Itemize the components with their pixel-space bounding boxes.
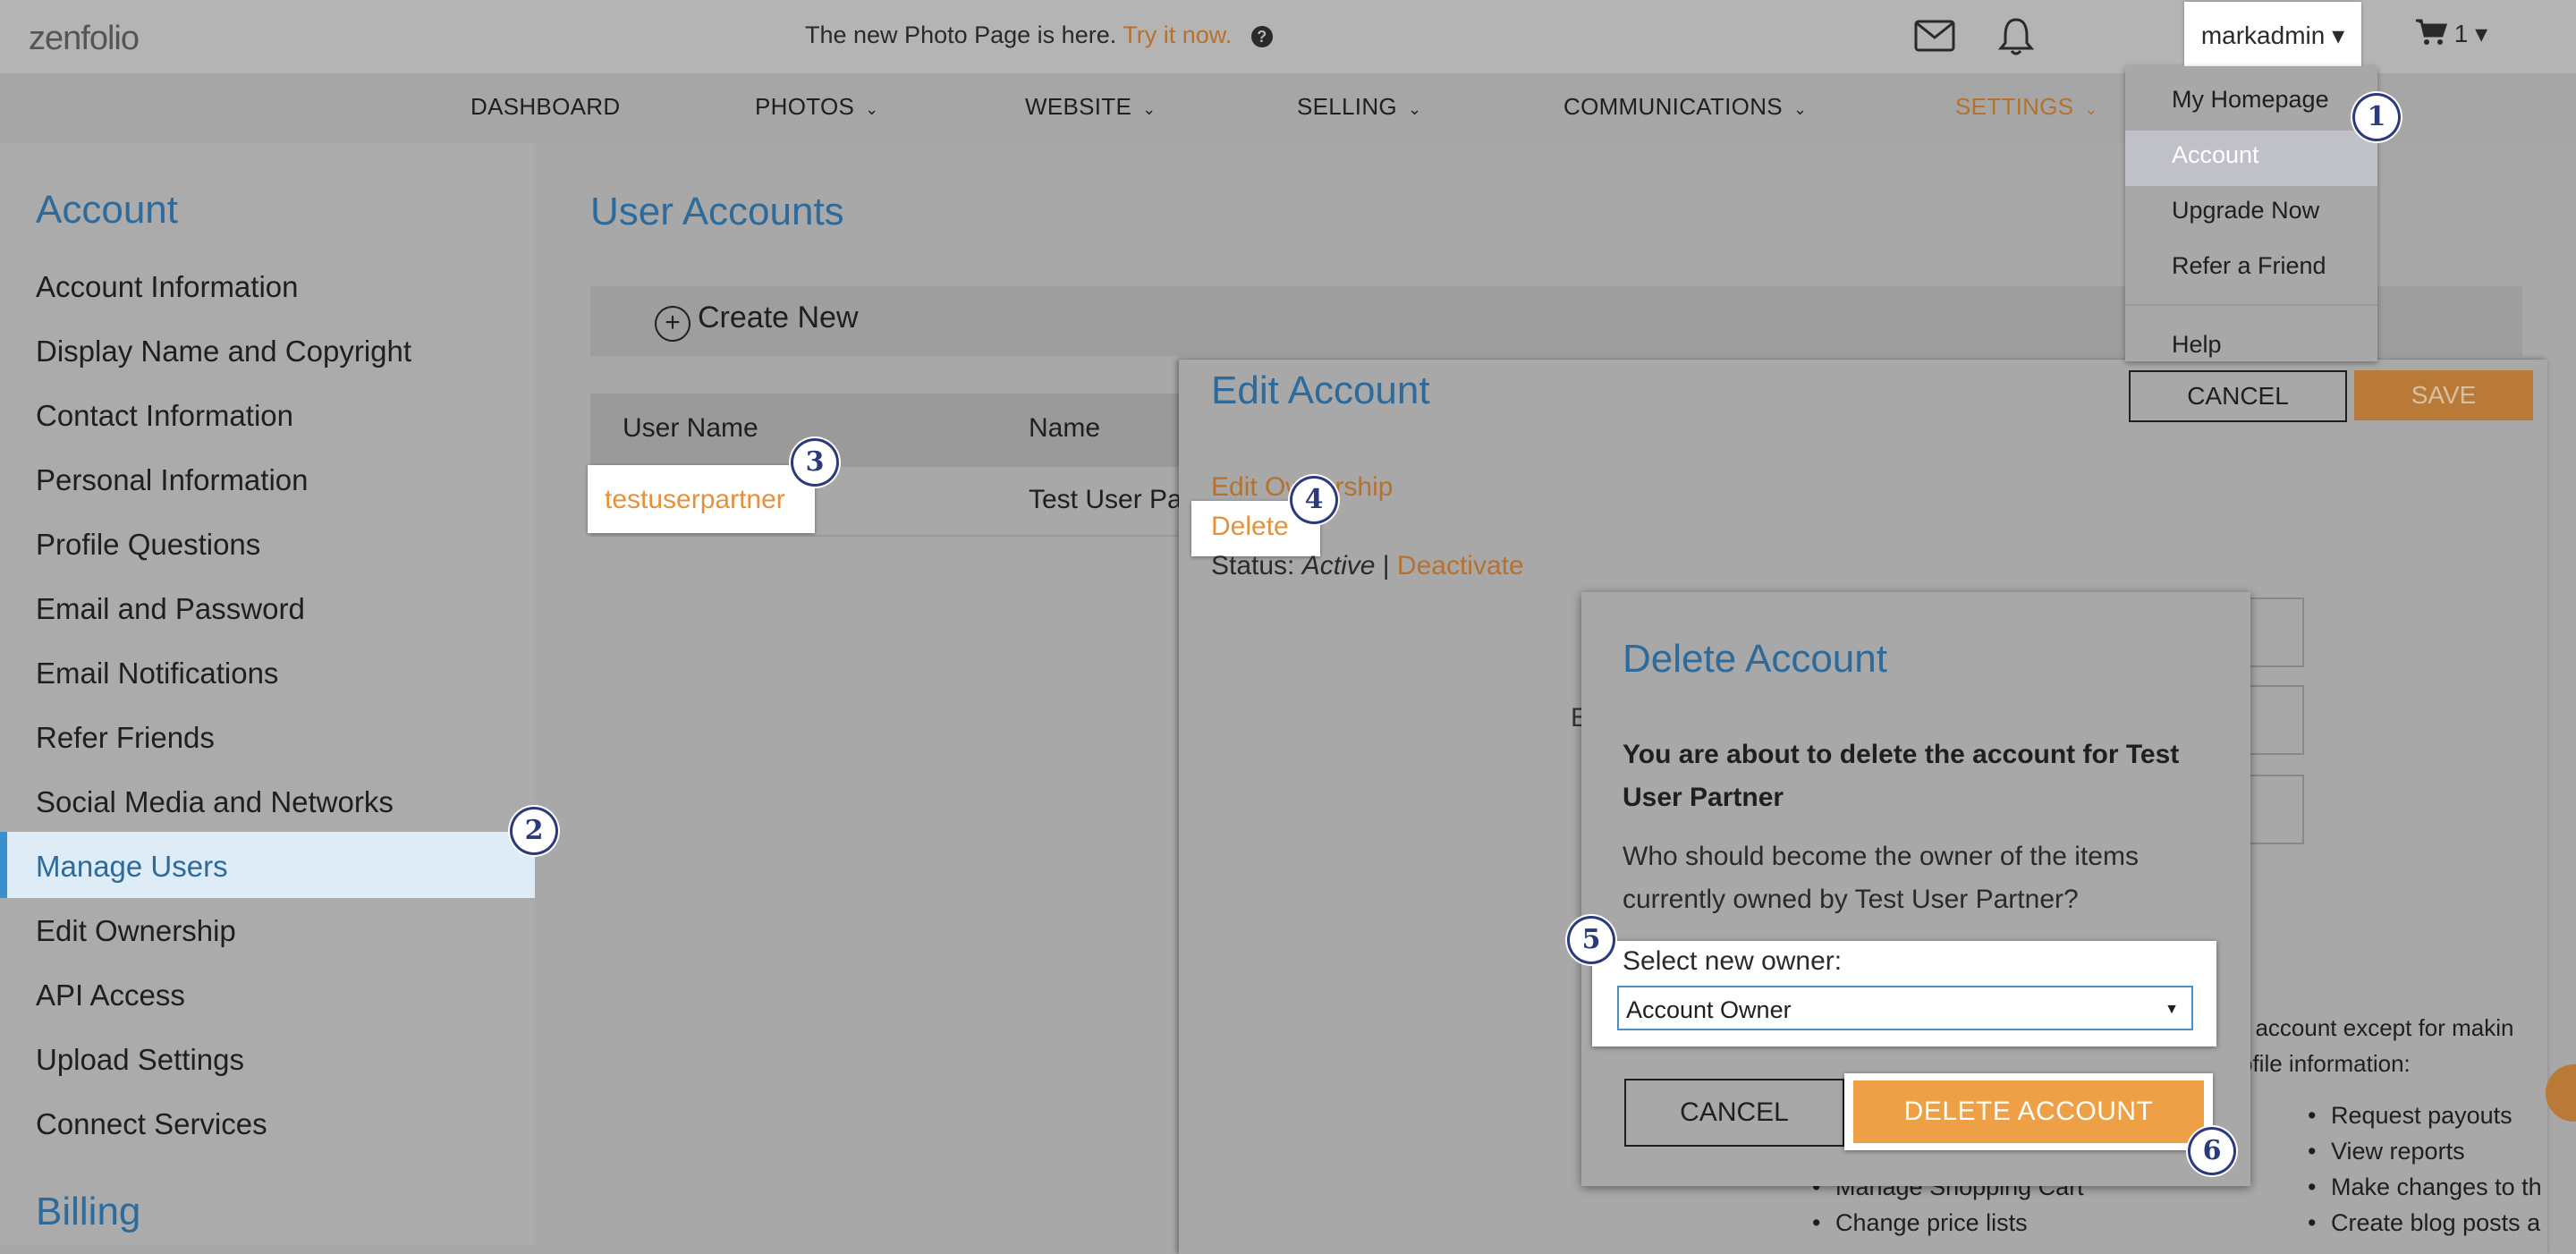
status-label: Status: — [1211, 551, 1295, 580]
new-owner-value: Account Owner — [1626, 996, 1792, 1023]
plus-circle-icon: + — [655, 306, 691, 342]
nav-communications-label: COMMUNICATIONS — [1563, 93, 1783, 120]
step-badge-2: 2 — [510, 807, 558, 855]
zenfolio-logo[interactable]: zenfolio — [29, 20, 140, 58]
cart-button[interactable]: 1 ▾ — [2415, 18, 2487, 48]
nav-website[interactable]: WEBSITE ⌄ — [1025, 93, 1157, 121]
nav-communications[interactable]: COMMUNICATIONS ⌄ — [1563, 93, 1807, 121]
try-it-now-link[interactable]: Try it now. — [1123, 21, 1232, 48]
chevron-down-icon: ⌄ — [865, 100, 879, 118]
menu-item-help[interactable]: Help — [2172, 331, 2222, 359]
sidebar-item-connect-services[interactable]: Connect Services — [36, 1107, 267, 1141]
step-badge-4: 4 — [1290, 476, 1338, 524]
deactivate-link[interactable]: Deactivate — [1397, 551, 1524, 580]
chat-widget-button[interactable] — [2546, 1064, 2576, 1122]
menu-divider — [2125, 304, 2377, 306]
chevron-down-icon: ⌄ — [1407, 100, 1422, 118]
delete-account-button[interactable]: DELETE ACCOUNT — [1853, 1080, 2204, 1143]
sidebar-item-refer-friends[interactable]: Refer Friends — [36, 721, 215, 755]
permission-item: Create blog posts a — [2308, 1209, 2540, 1237]
nav-dashboard[interactable]: DASHBOARD — [470, 93, 620, 121]
permission-item: Make changes to th — [2308, 1174, 2542, 1201]
owner-select-label: Select new owner: — [1623, 946, 1843, 976]
status-separator: | — [1382, 551, 1390, 580]
permissions-description: io account except for makin — [2231, 1014, 2514, 1041]
table-row-divider — [590, 535, 1216, 537]
nav-settings-label: SETTINGS — [1955, 93, 2074, 120]
chevron-down-icon: ⌄ — [1792, 100, 1808, 118]
sidebar-item-email-password[interactable]: Email and Password — [36, 592, 305, 626]
settings-sidebar — [0, 143, 535, 1245]
column-header-username[interactable]: User Name — [623, 413, 758, 444]
dropdown-arrow-icon: ▼ — [2165, 1002, 2179, 1017]
permission-item: Change price lists — [1812, 1209, 2028, 1237]
user-link-testuserpartner[interactable]: testuserpartner — [605, 485, 785, 515]
step-badge-1: 1 — [2352, 93, 2401, 141]
edit-cancel-button[interactable]: CANCEL — [2129, 370, 2347, 422]
edit-save-button[interactable]: SAVE — [2354, 370, 2533, 420]
user-account-menu[interactable]: markadmin ▾ — [2184, 2, 2361, 70]
help-icon[interactable]: ? — [1250, 25, 1273, 47]
nav-settings[interactable]: SETTINGS ⌄ — [1955, 93, 2098, 121]
create-new-label: Create New — [698, 301, 859, 335]
new-owner-select[interactable]: Account Owner ▼ — [1617, 986, 2193, 1030]
menu-item-my-homepage[interactable]: My Homepage — [2172, 86, 2329, 114]
sidebar-item-email-notifications[interactable]: Email Notifications — [36, 657, 278, 691]
nav-website-label: WEBSITE — [1025, 93, 1132, 120]
cart-icon — [2415, 19, 2454, 47]
status-value: Active — [1301, 551, 1376, 580]
sidebar-item-manage-users[interactable]: Manage Users — [36, 850, 228, 884]
chevron-down-icon: ⌄ — [1142, 100, 1157, 118]
sidebar-item-personal-information[interactable]: Personal Information — [36, 463, 309, 497]
sidebar-heading-billing: Billing — [36, 1190, 141, 1233]
sidebar-item-contact-information[interactable]: Contact Information — [36, 399, 293, 433]
permission-item: Request payouts — [2308, 1102, 2512, 1130]
announcement-banner: The new Photo Page is here. Try it now. … — [805, 21, 1273, 49]
sidebar-item-api-access[interactable]: API Access — [36, 979, 185, 1013]
step-badge-6: 6 — [2188, 1127, 2236, 1175]
column-header-name[interactable]: Name — [1029, 413, 1100, 444]
table-cell-name: Test User Pa — [1029, 485, 1182, 514]
menu-item-upgrade-now[interactable]: Upgrade Now — [2172, 197, 2319, 225]
sidebar-item-display-name[interactable]: Display Name and Copyright — [36, 335, 411, 369]
sidebar-heading-account: Account — [36, 188, 178, 232]
step-badge-5: 5 — [1567, 916, 1615, 964]
dialog-question: Who should become the owner of the items… — [1623, 842, 2139, 914]
nav-photos-label: PHOTOS — [755, 93, 855, 120]
sidebar-item-profile-questions[interactable]: Profile Questions — [36, 528, 260, 562]
sidebar-item-social-media[interactable]: Social Media and Networks — [36, 785, 394, 819]
dialog-cancel-button[interactable]: CANCEL — [1624, 1079, 1844, 1147]
page-title: User Accounts — [590, 190, 844, 233]
announcement-text: The new Photo Page is here. — [805, 21, 1117, 48]
menu-item-account[interactable]: Account — [2172, 141, 2259, 169]
nav-photos[interactable]: PHOTOS ⌄ — [755, 93, 879, 121]
cart-count: 1 ▾ — [2453, 20, 2488, 47]
permissions-description-2: ofile information: — [2240, 1050, 2411, 1077]
create-new-button[interactable]: + Create New — [655, 301, 859, 342]
delete-link[interactable]: Delete — [1211, 512, 1289, 542]
sidebar-item-edit-ownership[interactable]: Edit Ownership — [36, 914, 236, 948]
account-status: Status: Active | Deactivate — [1211, 551, 1524, 581]
sidebar-item-account-information[interactable]: Account Information — [36, 270, 299, 304]
dialog-warning: You are about to delete the account for … — [1623, 740, 2180, 812]
edit-account-title: Edit Account — [1211, 369, 1430, 412]
sidebar-item-upload-settings[interactable]: Upload Settings — [36, 1043, 244, 1077]
mail-icon[interactable] — [1914, 20, 1955, 56]
step-badge-3: 3 — [791, 438, 839, 487]
permission-item: View reports — [2308, 1138, 2465, 1165]
menu-item-refer-a-friend[interactable]: Refer a Friend — [2172, 252, 2326, 280]
dialog-title: Delete Account — [1623, 637, 1887, 681]
nav-selling[interactable]: SELLING ⌄ — [1297, 93, 1421, 121]
bell-icon[interactable] — [1996, 16, 2036, 62]
chevron-down-icon: ⌄ — [2084, 100, 2098, 118]
nav-selling-label: SELLING — [1297, 93, 1397, 120]
